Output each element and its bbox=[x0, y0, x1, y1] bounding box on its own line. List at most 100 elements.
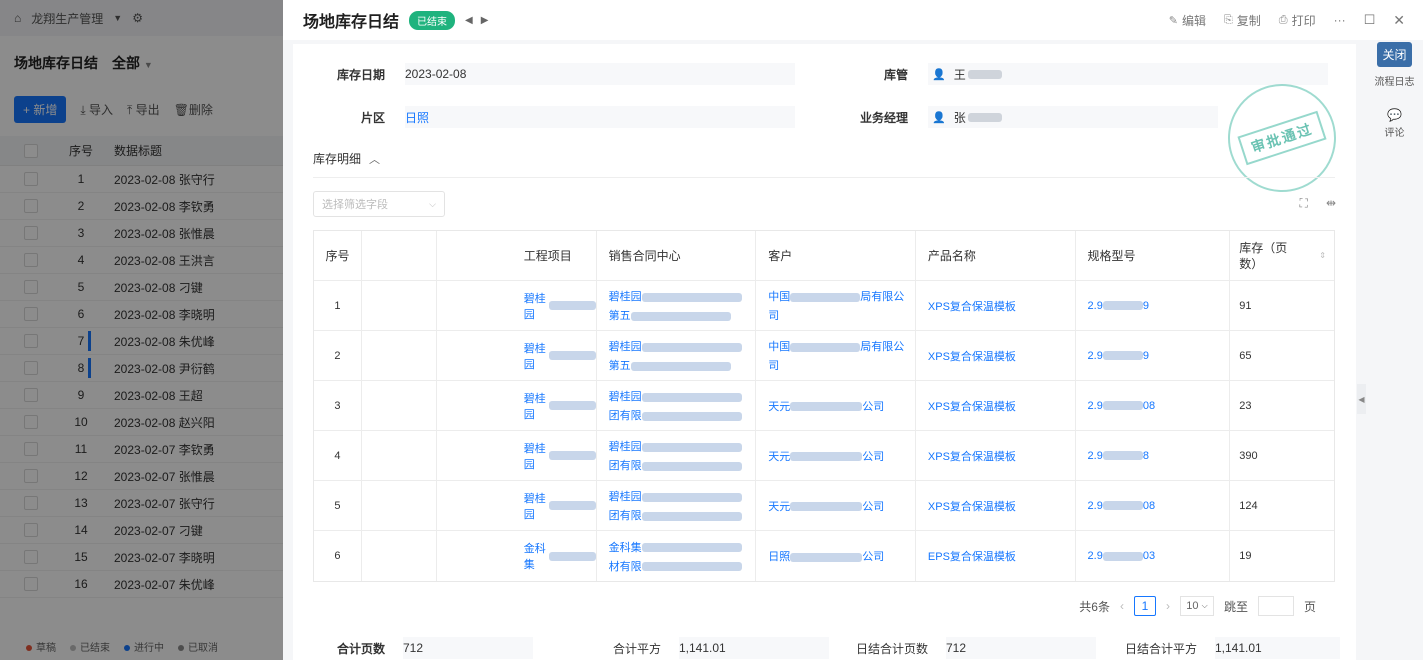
cell-spec[interactable]: 2.9 08 bbox=[1076, 381, 1231, 430]
sort-icon[interactable]: ⇕ bbox=[1319, 251, 1326, 260]
column-header: 客户 bbox=[756, 231, 916, 280]
drawer-title: 场地库存日结 bbox=[303, 14, 400, 31]
redacted-text bbox=[790, 402, 863, 412]
redacted-text bbox=[1102, 451, 1143, 460]
cell-contract[interactable]: 碧桂园 第五 bbox=[597, 331, 757, 380]
cell-customer[interactable]: 天元 公司 bbox=[756, 381, 916, 430]
cell-stock: 23 bbox=[1239, 399, 1252, 412]
table-row[interactable]: 6 金科集 金科集 材有限 日照 公司 EPS复合保温模板 2.9 03 19 bbox=[314, 531, 1334, 581]
copy-button[interactable]: ⎘ 复制 bbox=[1224, 12, 1261, 29]
cell-spec[interactable]: 2.9 8 bbox=[1076, 431, 1231, 480]
column-header-stock[interactable]: 库存（页数） ⇕ bbox=[1230, 231, 1334, 280]
print-button[interactable]: ⎙ 打印 bbox=[1279, 12, 1316, 29]
cell-project[interactable]: 碧桂园 bbox=[437, 431, 597, 480]
flow-log-button[interactable]: 流程日志 bbox=[1375, 73, 1415, 88]
comment-button[interactable]: 💬 评论 bbox=[1385, 108, 1405, 139]
fullscreen-icon[interactable]: ⛶ bbox=[1300, 196, 1308, 211]
cell-stock: 124 bbox=[1239, 499, 1258, 512]
cell-contract[interactable]: 碧桂园 第五 bbox=[597, 281, 757, 330]
redacted-text bbox=[641, 442, 742, 452]
cell-customer[interactable]: 中国 局有限公司 bbox=[756, 331, 916, 380]
cell-contract[interactable]: 金科集 材有限 bbox=[597, 531, 757, 581]
cell-spec[interactable]: 2.9 9 bbox=[1076, 281, 1231, 330]
cell-product[interactable]: XPS复合保温模板 bbox=[916, 481, 1076, 530]
close-icon[interactable]: ✕ bbox=[1393, 12, 1405, 29]
user-icon: 👤 bbox=[932, 111, 946, 124]
redacted-text bbox=[549, 401, 596, 410]
user-icon: 👤 bbox=[932, 68, 946, 81]
redacted-text bbox=[630, 311, 731, 321]
summary-daily-pages: 日结合计页数 712 bbox=[818, 636, 1096, 660]
cell-project[interactable]: 碧桂园 bbox=[437, 281, 597, 330]
status-badge: 已结束 bbox=[409, 10, 456, 30]
field-value: 张 bbox=[953, 110, 966, 125]
modal-mask[interactable] bbox=[0, 0, 300, 660]
page-size-select[interactable]: 10 ⌵ bbox=[1179, 596, 1214, 616]
page-unit-label: 页 bbox=[1303, 599, 1316, 614]
redacted-text bbox=[630, 361, 731, 371]
cell-product[interactable]: EPS复合保温模板 bbox=[916, 531, 1076, 581]
redacted-text bbox=[790, 552, 863, 562]
divider bbox=[313, 177, 1335, 178]
cell-contract[interactable]: 碧桂园 团有限 bbox=[597, 381, 757, 430]
cell-product[interactable]: XPS复合保温模板 bbox=[916, 381, 1076, 430]
redacted-text bbox=[790, 452, 863, 462]
cell-customer[interactable]: 天元 公司 bbox=[756, 431, 916, 480]
cell-spec[interactable]: 2.9 9 bbox=[1076, 331, 1231, 380]
table-tools: ⛶ ⇹ bbox=[1300, 196, 1336, 211]
header-actions: ✎ 编辑 ⎘ 复制 ⎙ 打印 ··· ☐ ✕ bbox=[1169, 0, 1405, 40]
next-page-icon[interactable]: › bbox=[1166, 599, 1170, 613]
maximize-icon[interactable]: ☐ bbox=[1364, 12, 1376, 28]
table-row[interactable]: 3 碧桂园 碧桂园 团有限 天元 公司 XPS复合保温模板 2.9 08 23 bbox=[314, 381, 1334, 431]
cell-project[interactable]: 碧桂园 bbox=[437, 481, 597, 530]
cell-project[interactable]: 碧桂园 bbox=[437, 331, 597, 380]
cell-empty bbox=[362, 481, 437, 530]
cell-contract[interactable]: 碧桂园 团有限 bbox=[597, 431, 757, 480]
cell-product[interactable]: XPS复合保温模板 bbox=[916, 331, 1076, 380]
cell-project[interactable]: 碧桂园 bbox=[437, 381, 597, 430]
cell-product[interactable]: XPS复合保温模板 bbox=[916, 281, 1076, 330]
prev-page-icon[interactable]: ‹ bbox=[1120, 599, 1124, 613]
cell-spec[interactable]: 2.9 08 bbox=[1076, 481, 1231, 530]
side-collapse-handle[interactable]: ◀ bbox=[1357, 384, 1366, 414]
close-tooltip: 关闭 bbox=[1377, 42, 1412, 67]
field-label: 库管 bbox=[883, 67, 908, 82]
cell-customer[interactable]: 天元 公司 bbox=[756, 481, 916, 530]
table-row[interactable]: 2 碧桂园 碧桂园 第五 中国 局有限公司 XPS复合保温模板 2.9 9 65 bbox=[314, 331, 1334, 381]
prev-record-icon[interactable]: ◀ bbox=[465, 15, 473, 26]
table-row[interactable]: 1 碧桂园 碧桂园 第五 中国 局有限公司 XPS复合保温模板 2.9 9 91 bbox=[314, 281, 1334, 331]
field-value: 2023-02-08 bbox=[405, 67, 467, 81]
section-inventory-detail[interactable]: 库存明细 ︿ bbox=[313, 150, 380, 167]
summary-value: 1,141.01 bbox=[679, 637, 829, 659]
cell-contract[interactable]: 碧桂园 团有限 bbox=[597, 481, 757, 530]
cell-spec[interactable]: 2.9 03 bbox=[1076, 531, 1231, 581]
chevron-up-icon[interactable]: ︿ bbox=[369, 151, 380, 167]
printer-icon: ⎙ bbox=[1278, 13, 1288, 26]
more-button[interactable]: ··· bbox=[1334, 13, 1346, 27]
field-value[interactable]: 日照 bbox=[405, 109, 429, 126]
cell-product[interactable]: XPS复合保温模板 bbox=[916, 431, 1076, 480]
filter-field-select[interactable]: 选择筛选字段 ⌵ bbox=[313, 191, 445, 217]
cell-customer[interactable]: 中国 局有限公司 bbox=[756, 281, 916, 330]
table-row[interactable]: 4 碧桂园 碧桂园 团有限 天元 公司 XPS复合保温模板 2.9 8 390 bbox=[314, 431, 1334, 481]
summary-label: 日结合计平方 bbox=[1124, 641, 1197, 656]
edit-button[interactable]: ✎ 编辑 bbox=[1169, 12, 1206, 29]
summary-label: 日结合计页数 bbox=[855, 641, 928, 656]
page-button[interactable]: 1 bbox=[1133, 596, 1156, 616]
next-record-icon[interactable]: ▶ bbox=[481, 15, 489, 26]
record-nav: ◀ ▶ bbox=[465, 15, 488, 26]
field-area: 片区 日照 bbox=[313, 105, 795, 129]
chevron-down-icon: ⌵ bbox=[429, 198, 436, 209]
redacted-text bbox=[549, 351, 596, 360]
table-row[interactable]: 5 碧桂园 碧桂园 团有限 天元 公司 XPS复合保温模板 2.9 08 124 bbox=[314, 481, 1334, 531]
table-header: 序号 工程项目 销售合同中心 客户 产品名称 规格型号 库存（页数） ⇕ bbox=[314, 231, 1334, 281]
copy-icon: ⎘ bbox=[1223, 13, 1233, 26]
cell-customer[interactable]: 日照 公司 bbox=[756, 531, 916, 581]
inventory-table: 序号 工程项目 销售合同中心 客户 产品名称 规格型号 库存（页数） ⇕ 1 碧桂园… bbox=[313, 230, 1335, 582]
jump-page-input[interactable] bbox=[1257, 596, 1294, 616]
column-width-icon[interactable]: ⇹ bbox=[1326, 196, 1336, 211]
cell-empty bbox=[362, 381, 437, 430]
cell-no: 1 bbox=[314, 281, 362, 330]
cell-project[interactable]: 金科集 bbox=[437, 531, 597, 581]
summary-value: 1,141.01 bbox=[1215, 637, 1340, 659]
